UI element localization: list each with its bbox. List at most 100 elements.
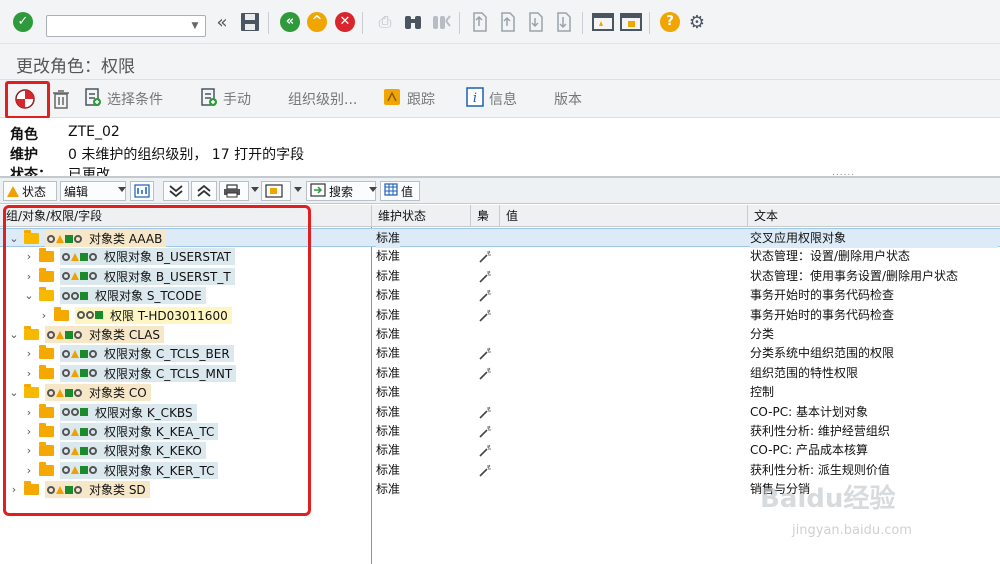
chevron-down-icon[interactable]: ▼ [188,19,202,33]
chevron-down-icon[interactable]: ⌄ [8,232,20,245]
exit-icon[interactable]: ^ [306,11,328,33]
column-header-tree[interactable]: 组/对象/权限/字段 [0,205,372,227]
save-icon[interactable] [239,11,261,33]
node-label-area[interactable]: 对象类 AAAB [45,230,167,247]
chevron-right-icon[interactable]: › [23,425,35,438]
chevron-down-icon[interactable]: ⌄ [8,328,20,341]
tree-row[interactable]: › 权限对象 C_TCLS_MNT 标准 组织范围的特性权限 [0,364,1000,383]
find-next-icon[interactable] [430,11,452,33]
chevron-right-icon[interactable]: › [23,444,35,457]
tree-row[interactable]: › 权限对象 K_KEA_TC 标准 获利性分析: 维护经营组织 [0,422,1000,441]
tree-row[interactable]: › 权限对象 K_KEKO 标准 CO-PC: 产品成本核算 [0,441,1000,460]
magic-wand-icon[interactable] [478,367,492,381]
tree-node[interactable]: › 权限对象 C_TCLS_BER [23,344,234,363]
last-page-icon[interactable] [553,11,575,33]
print-icon[interactable]: ⎙ [374,11,396,33]
chevron-right-icon[interactable]: › [23,270,35,283]
column-header-text[interactable]: 文本 [748,205,1000,227]
tree-row[interactable]: › 权限对象 K_CKBS 标准 CO-PC: 基本计划对象 [0,403,1000,422]
node-label-area[interactable]: 权限对象 S_TCODE [60,287,206,305]
back-double-icon[interactable]: « [211,11,233,33]
tree-row[interactable]: ⌄ 权限对象 S_TCODE 标准 事务开始时的事务代码检查 [0,286,1000,305]
tree-row[interactable]: › 权限 T-HD03011600 标准 事务开始时的事务代码检查 [0,306,1000,325]
find-icon[interactable] [402,11,424,33]
layout-icon[interactable] [261,181,291,201]
new-session-icon[interactable] [592,11,614,33]
tree-node[interactable]: ⌄ 对象类 AAAB [8,229,167,248]
magic-wand-icon[interactable] [478,425,492,439]
node-label-area[interactable]: 对象类 CO [45,384,151,402]
chevron-down-icon[interactable]: ⌄ [23,289,35,302]
magic-wand-icon[interactable] [478,289,492,303]
tree-row[interactable]: › 权限对象 B_USERST_T 标准 状态管理：使用事务设置/删除用户状态 [0,267,1000,286]
shortcut-icon[interactable] [620,11,642,33]
tree-row[interactable]: ⌄ 对象类 AAAB 标准 交叉应用权限对象 [0,228,1000,248]
node-label-area[interactable]: 对象类 CLAS [45,326,164,343]
search-button[interactable]: 搜索 [306,181,376,201]
node-label-area[interactable]: 权限对象 K_KER_TC [60,461,219,479]
chevron-right-icon[interactable]: › [23,367,35,380]
tree-row[interactable]: ⌄ 对象类 CLAS 标准 分类 [0,325,1000,344]
org-levels-button[interactable]: 组织级别... [288,88,357,110]
node-label-area[interactable]: 权限 T-HD03011600 [75,306,232,324]
magic-wand-icon[interactable] [478,347,492,361]
tree-row[interactable]: ⌄ 对象类 CO 标准 控制 [0,383,1000,402]
tree-row[interactable]: › 权限对象 B_USERSTAT 标准 状态管理：设置/删除用户状态 [0,247,1000,266]
node-label-area[interactable]: 对象类 SD [45,481,150,499]
value-button[interactable]: 值 [380,181,420,201]
chevron-right-icon[interactable]: › [23,250,35,263]
cancel-icon[interactable]: ✕ [334,11,356,33]
collapse-all-icon[interactable] [191,181,217,201]
node-label-area[interactable]: 权限对象 B_USERSTAT [60,248,235,266]
magic-wand-icon[interactable] [478,464,492,478]
tree-node[interactable]: › 权限对象 K_KEKO [23,441,206,460]
magic-wand-icon[interactable] [478,406,492,420]
node-label-area[interactable]: 权限对象 B_USERST_T [60,267,235,285]
chevron-down-icon[interactable]: ⌄ [8,386,20,399]
tree-node[interactable]: › 权限对象 K_KEA_TC [23,422,219,441]
tree-node[interactable]: › 权限对象 K_KER_TC [23,461,219,480]
manual-button[interactable]: 手动 [200,88,251,110]
column-header-maint-status[interactable]: 维护状态 [372,205,471,227]
expand-all-icon[interactable] [163,181,189,201]
tree-node[interactable]: › 权限 T-HD03011600 [38,306,232,325]
node-label-area[interactable]: 权限对象 K_CKBS [60,403,197,421]
command-field[interactable]: ▼ [46,15,206,37]
tree-node[interactable]: › 对象类 SD [8,480,150,499]
info-button[interactable]: i 信息 [466,87,517,110]
trace-button[interactable]: 跟踪 [382,88,435,110]
tree-node[interactable]: › 权限对象 K_CKBS [23,403,197,422]
tree-node[interactable]: ⌄ 权限对象 S_TCODE [23,286,206,305]
help-icon[interactable]: ? [659,11,681,33]
node-label-area[interactable]: 权限对象 K_KEA_TC [60,423,219,440]
magic-wand-icon[interactable] [478,309,492,323]
chevron-right-icon[interactable]: › [23,347,35,360]
magic-wand-icon[interactable] [478,444,492,458]
previous-page-icon[interactable] [497,11,519,33]
tree-node[interactable]: › 权限对象 B_USERSTAT [23,247,235,266]
column-header-value[interactable]: 值 [500,205,748,227]
next-page-icon[interactable] [525,11,547,33]
chevron-right-icon[interactable]: › [38,309,50,322]
magic-wand-icon[interactable] [478,270,492,284]
tree-node[interactable]: › 权限对象 B_USERST_T [23,267,235,286]
node-label-area[interactable]: 权限对象 C_TCLS_BER [60,345,234,363]
magic-wand-icon[interactable] [478,250,492,264]
column-header-hash[interactable]: 梟 [471,205,500,227]
print-icon[interactable] [219,181,249,201]
chevron-right-icon[interactable]: › [8,483,20,496]
tree-row[interactable]: › 权限对象 C_TCLS_BER 标准 分类系统中组织范围的权限 [0,344,1000,363]
tree-node[interactable]: › 权限对象 C_TCLS_MNT [23,364,237,383]
status-button[interactable]: 状态 [3,181,57,201]
version-button[interactable]: 版本 [554,88,582,110]
sort-icon[interactable] [130,181,154,201]
node-label-area[interactable]: 权限对象 C_TCLS_MNT [60,364,237,382]
gear-icon[interactable]: ⚙ [686,11,708,33]
enter-icon[interactable]: ✓ [12,11,34,33]
delete-button[interactable] [52,88,70,110]
tree-node[interactable]: ⌄ 对象类 CLAS [8,325,164,344]
first-page-icon[interactable] [469,11,491,33]
chevron-right-icon[interactable]: › [23,406,35,419]
tree-node[interactable]: ⌄ 对象类 CO [8,383,151,402]
chevron-right-icon[interactable]: › [23,464,35,477]
